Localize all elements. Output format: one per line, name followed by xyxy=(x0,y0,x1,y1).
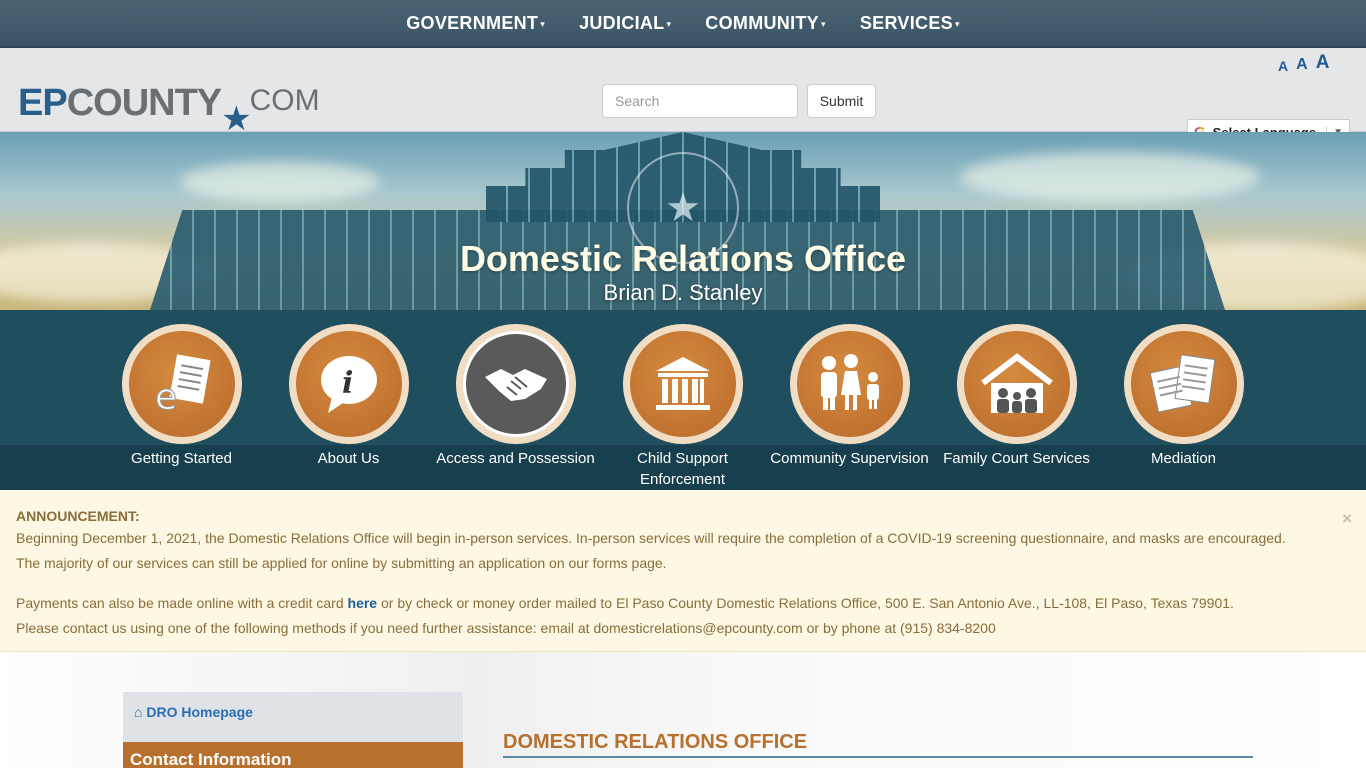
main-content: ⌂ DRO Homepage Contact Information DOMES… xyxy=(0,652,1366,768)
icon-ring xyxy=(789,324,910,444)
home-icon: ⌂ xyxy=(134,704,143,720)
search-submit-button[interactable]: Submit xyxy=(807,84,876,118)
sidebar-item-label: DRO Homepage xyxy=(146,704,253,720)
service-label: Community Supervision xyxy=(770,450,929,467)
icon-ring xyxy=(956,324,1077,444)
nav-judicial[interactable]: JUDICIAL ▾ xyxy=(562,13,688,34)
service-label: Getting Started xyxy=(131,450,232,467)
service-label: Mediation xyxy=(1150,450,1217,467)
sidebar-item-label: Contact Information xyxy=(130,750,292,768)
hero-banner: ★ Domestic Relations Office Brian D. Sta… xyxy=(0,132,1366,310)
search-input[interactable] xyxy=(602,84,798,118)
announcement-line: The majority of our services can still b… xyxy=(16,555,667,571)
svg-text:e: e xyxy=(155,377,177,418)
nav-services-label: SERVICES xyxy=(859,12,953,33)
announcement-heading: ANNOUNCEMENT: xyxy=(16,508,140,524)
icon-ring xyxy=(622,324,743,444)
cloud-decoration xyxy=(960,152,1260,202)
section-divider xyxy=(503,756,1253,758)
nav-community[interactable]: COMMUNITY ▾ xyxy=(688,13,843,34)
nav-government[interactable]: GOVERNMENT ▾ xyxy=(389,13,562,34)
credit-card-payment-link[interactable]: here xyxy=(348,595,378,611)
e-document-icon: e xyxy=(128,331,235,437)
announcement-payment-line: Payments can also be made online with a … xyxy=(16,591,1350,616)
nav-community-label: COMMUNITY xyxy=(705,12,819,33)
service-icon-nav: e Getting Started i About Us Access and … xyxy=(0,310,1366,490)
service-label: Child Support Enforcement xyxy=(637,450,728,488)
info-bubble-icon: i xyxy=(295,331,402,437)
logo-com: COM xyxy=(249,84,320,117)
svg-text:i: i xyxy=(342,366,353,401)
service-about-us[interactable]: i About Us xyxy=(265,324,432,469)
service-access-possession[interactable]: Access and Possession xyxy=(432,324,599,469)
service-community-supervision[interactable]: Community Supervision xyxy=(766,324,933,469)
page-subtitle: Brian D. Stanley xyxy=(603,280,763,305)
icon-ring xyxy=(455,324,576,444)
house-family-icon xyxy=(963,331,1070,437)
service-child-support[interactable]: Child Support Enforcement xyxy=(599,324,766,490)
courthouse-icon xyxy=(629,331,736,437)
site-header: EP COUNTY ★ COM Submit A A A G Select La… xyxy=(0,48,1366,145)
epcounty-logo[interactable]: EP COUNTY ★ COM xyxy=(18,72,320,136)
font-size-large-button[interactable]: A xyxy=(1316,52,1330,74)
icon-ring xyxy=(1123,324,1244,444)
section-title: DOMESTIC RELATIONS OFFICE xyxy=(503,731,808,753)
announcement-text: or by check or money order mailed to El … xyxy=(377,595,1234,611)
icon-ring: e xyxy=(121,324,242,444)
nav-judicial-label: JUDICIAL xyxy=(579,12,665,33)
top-nav-list: GOVERNMENT ▾ JUDICIAL ▾ COMMUNITY ▾ SERVICE… xyxy=(389,13,977,34)
font-size-controls: A A A xyxy=(1278,52,1329,74)
font-size-small-button[interactable]: A xyxy=(1278,58,1288,74)
announcement-text: Payments can also be made online with a … xyxy=(16,595,348,611)
service-family-court[interactable]: Family Court Services xyxy=(933,324,1100,469)
service-mediation[interactable]: Mediation xyxy=(1100,324,1267,469)
caret-down-icon: ▾ xyxy=(954,18,960,29)
service-getting-started[interactable]: e Getting Started xyxy=(98,324,265,469)
service-label: Family Court Services xyxy=(943,450,1090,467)
service-label: Access and Possession xyxy=(436,450,595,467)
page-title: Domestic Relations Office xyxy=(459,238,907,279)
announcement-line: Beginning December 1, 2021, the Domestic… xyxy=(16,530,1286,546)
font-size-medium-button[interactable]: A xyxy=(1296,56,1308,74)
sidebar-item-dro-homepage[interactable]: ⌂ DRO Homepage xyxy=(123,692,463,742)
icon-ring: i xyxy=(288,324,409,444)
documents-icon xyxy=(1130,331,1237,437)
logo-ep: EP xyxy=(18,82,68,124)
caret-down-icon: ▾ xyxy=(666,18,672,29)
service-label: About Us xyxy=(317,450,380,467)
nav-services[interactable]: SERVICES ▾ xyxy=(843,13,977,34)
caret-down-icon: ▾ xyxy=(540,18,546,29)
announcement-contact-line: Please contact us using one of the follo… xyxy=(16,620,996,636)
top-navigation: GOVERNMENT ▾ JUDICIAL ▾ COMMUNITY ▾ SERVICE… xyxy=(0,0,1366,48)
close-icon[interactable]: × xyxy=(1342,506,1352,531)
caret-down-icon: ▾ xyxy=(821,18,826,29)
logo-county: COUNTY xyxy=(66,82,222,124)
star-icon: ★ xyxy=(221,100,252,138)
announcement-alert: × ANNOUNCEMENT: Beginning December 1, 20… xyxy=(0,490,1366,652)
family-icon xyxy=(796,331,903,437)
cloud-decoration xyxy=(180,162,380,202)
handshake-icon xyxy=(462,331,569,437)
nav-government-label: GOVERNMENT xyxy=(406,12,539,33)
sidebar-item-contact-information[interactable]: Contact Information xyxy=(123,742,463,768)
